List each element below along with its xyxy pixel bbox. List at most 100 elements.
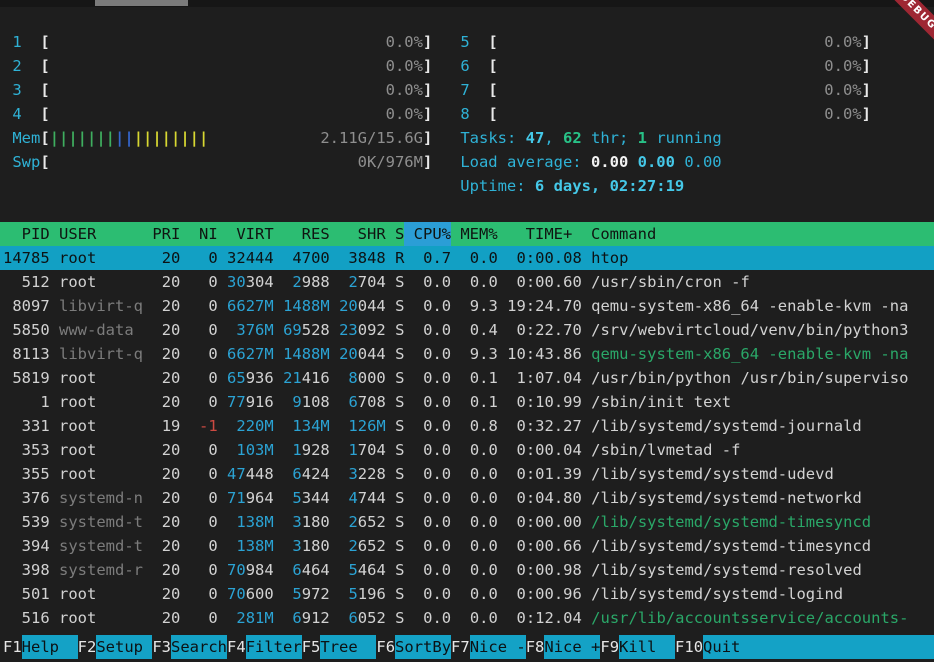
cell-user: systemd-r [59, 558, 143, 582]
process-row-8113[interactable]: 8113 libvirt-q 20 0 6627M 1488M 20044 S … [0, 342, 934, 366]
process-row-398[interactable]: 398 systemd-r 20 0 70984 6464 5464 S 0.0… [0, 558, 934, 582]
column-header-pri[interactable]: PRI [143, 222, 180, 246]
fn-key-f6[interactable]: F6SortBy [376, 635, 451, 659]
cell-command: /usr/sbin/cron -f [591, 270, 750, 294]
column-header-user[interactable]: USER [50, 222, 143, 246]
cell-user: root [59, 270, 143, 294]
cell-user: www-data [59, 318, 143, 342]
cpu8-label: 8 [460, 102, 488, 126]
cell-time: 0:04.80 [507, 486, 582, 510]
uptime-row: Uptime: 6 days, 02:27:19 [0, 174, 934, 198]
memory-meter-value: 2.11G/15.6G [320, 126, 423, 150]
cell-cpu: 0.0 [414, 558, 451, 582]
cell-pid: 331 [3, 414, 50, 438]
cpu6-percent: 0.0% [824, 54, 861, 78]
swap-meter-value: 0K/976M [358, 150, 423, 174]
cell-command: /sbin/init text [591, 390, 731, 414]
cell-ni: 0 [190, 366, 218, 390]
cell-ni: 0 [190, 294, 218, 318]
cell-cpu: 0.0 [414, 606, 451, 630]
cpu2-label: 2 [12, 54, 40, 78]
column-header-command[interactable]: Command [582, 222, 657, 246]
column-header-pid[interactable]: PID [3, 222, 50, 246]
cell-time: 19:24.70 [507, 294, 582, 318]
fn-key-f7[interactable]: F7Nice - [451, 635, 526, 659]
f3-action-label: Search [171, 635, 227, 659]
column-header-mem[interactable]: MEM% [451, 222, 498, 246]
htop-screen: 1 [ 0.0%] 5 [ 0.0%] 2 [ 0.0%] 6 [ 0.0%] … [0, 30, 934, 659]
fn-key-f1[interactable]: F1Help [3, 635, 78, 659]
fn-key-f5[interactable]: F5Tree [302, 635, 377, 659]
memory-cache-pipes: |||||||| [134, 126, 209, 150]
cell-state: S [395, 462, 404, 486]
cell-pri: 20 [152, 390, 180, 414]
cell-cpu: 0.0 [414, 582, 451, 606]
cell-ni: 0 [190, 534, 218, 558]
process-row-516[interactable]: 516 root 20 0 281M 6912 6052 S 0.0 0.0 0… [0, 606, 934, 630]
fn-key-f10[interactable]: F10Quit [675, 635, 934, 659]
process-row-539[interactable]: 539 systemd-t 20 0 138M 3180 2652 S 0.0 … [0, 510, 934, 534]
column-header-s[interactable]: S [386, 222, 405, 246]
cell-mem: 0.1 [460, 366, 497, 390]
cpu-meters-row: 3 [ 0.0%] 7 [ 0.0%] [0, 78, 934, 102]
cell-state: S [395, 390, 404, 414]
column-header-time[interactable]: TIME+ [498, 222, 582, 246]
cell-ni: 0 [190, 486, 218, 510]
f9-key-label: F9 [600, 635, 619, 659]
cpu5-meter: 5 [ 0.0%] [460, 30, 871, 54]
process-row-14785[interactable]: 14785 root 20 0 32444 4700 3848 R 0.7 0.… [0, 246, 934, 270]
scrollbar-thumb[interactable] [95, 0, 188, 6]
cell-user: root [59, 462, 143, 486]
cell-pri: 20 [152, 582, 180, 606]
uptime: Uptime: 6 days, 02:27:19 [460, 174, 684, 198]
cell-ni: 0 [190, 510, 218, 534]
cell-command: /lib/systemd/systemd-resolved [591, 558, 862, 582]
column-header-shr[interactable]: SHR [330, 222, 386, 246]
cell-mem: 0.0 [460, 558, 497, 582]
cell-user: root [59, 438, 143, 462]
cpu4-meter: 4 [ 0.0%] [12, 102, 432, 126]
fn-key-f8[interactable]: F8Nice + [526, 635, 601, 659]
process-row-394[interactable]: 394 systemd-t 20 0 138M 3180 2652 S 0.0 … [0, 534, 934, 558]
cell-command: htop [591, 246, 628, 270]
fn-key-f3[interactable]: F3Search [152, 635, 227, 659]
cell-state: S [395, 318, 404, 342]
cpu6-label: 6 [460, 54, 488, 78]
cell-pid: 8097 [3, 294, 50, 318]
process-row-5819[interactable]: 5819 root 20 0 65936 21416 8000 S 0.0 0.… [0, 366, 934, 390]
cell-command: qemu-system-x86_64 -enable-kvm -na [591, 342, 908, 366]
cell-mem: 0.0 [460, 486, 497, 510]
process-row-8097[interactable]: 8097 libvirt-q 20 0 6627M 1488M 20044 S … [0, 294, 934, 318]
process-row-331[interactable]: 331 root 19 -1 220M 134M 126M S 0.0 0.8 … [0, 414, 934, 438]
cell-user: root [59, 606, 143, 630]
f4-key-label: F4 [227, 635, 246, 659]
cpu-meters-row: 1 [ 0.0%] 5 [ 0.0%] [0, 30, 934, 54]
process-row-355[interactable]: 355 root 20 0 47448 6424 3228 S 0.0 0.0 … [0, 462, 934, 486]
cell-pri: 20 [152, 294, 180, 318]
process-row-5850[interactable]: 5850 www-data 20 0 376M 69528 23092 S 0.… [0, 318, 934, 342]
process-row-376[interactable]: 376 systemd-n 20 0 71964 5344 4744 S 0.0… [0, 486, 934, 510]
cell-mem: 0.0 [460, 582, 497, 606]
process-row-353[interactable]: 353 root 20 0 103M 1928 1704 S 0.0 0.0 0… [0, 438, 934, 462]
column-header-res[interactable]: RES [274, 222, 330, 246]
cell-command: qemu-system-x86_64 -enable-kvm -na [591, 294, 908, 318]
fn-key-f4[interactable]: F4Filter [227, 635, 302, 659]
fn-key-f2[interactable]: F2Setup [78, 635, 153, 659]
process-row-1[interactable]: 1 root 20 0 77916 9108 6708 S 0.0 0.1 0:… [0, 390, 934, 414]
f7-action-label: Nice - [470, 635, 526, 659]
process-row-501[interactable]: 501 root 20 0 70600 5972 5196 S 0.0 0.0 … [0, 582, 934, 606]
fn-key-f9[interactable]: F9Kill [600, 635, 675, 659]
cell-state: S [395, 486, 404, 510]
memory-used-pipes: ||||||| [50, 126, 115, 150]
column-header-cpu[interactable]: CPU% [404, 222, 451, 246]
f9-action-label: Kill [619, 635, 675, 659]
cell-ni: 0 [190, 390, 218, 414]
process-row-512[interactable]: 512 root 20 0 30304 2988 2704 S 0.0 0.0 … [0, 270, 934, 294]
cell-pri: 20 [152, 534, 180, 558]
cell-mem: 0.0 [460, 438, 497, 462]
cell-cpu: 0.0 [414, 390, 451, 414]
column-header-virt[interactable]: VIRT [218, 222, 274, 246]
column-header-ni[interactable]: NI [180, 222, 217, 246]
cpu7-label: 7 [460, 78, 488, 102]
swap-meter: Swp[ 0K/976M] [12, 150, 432, 174]
